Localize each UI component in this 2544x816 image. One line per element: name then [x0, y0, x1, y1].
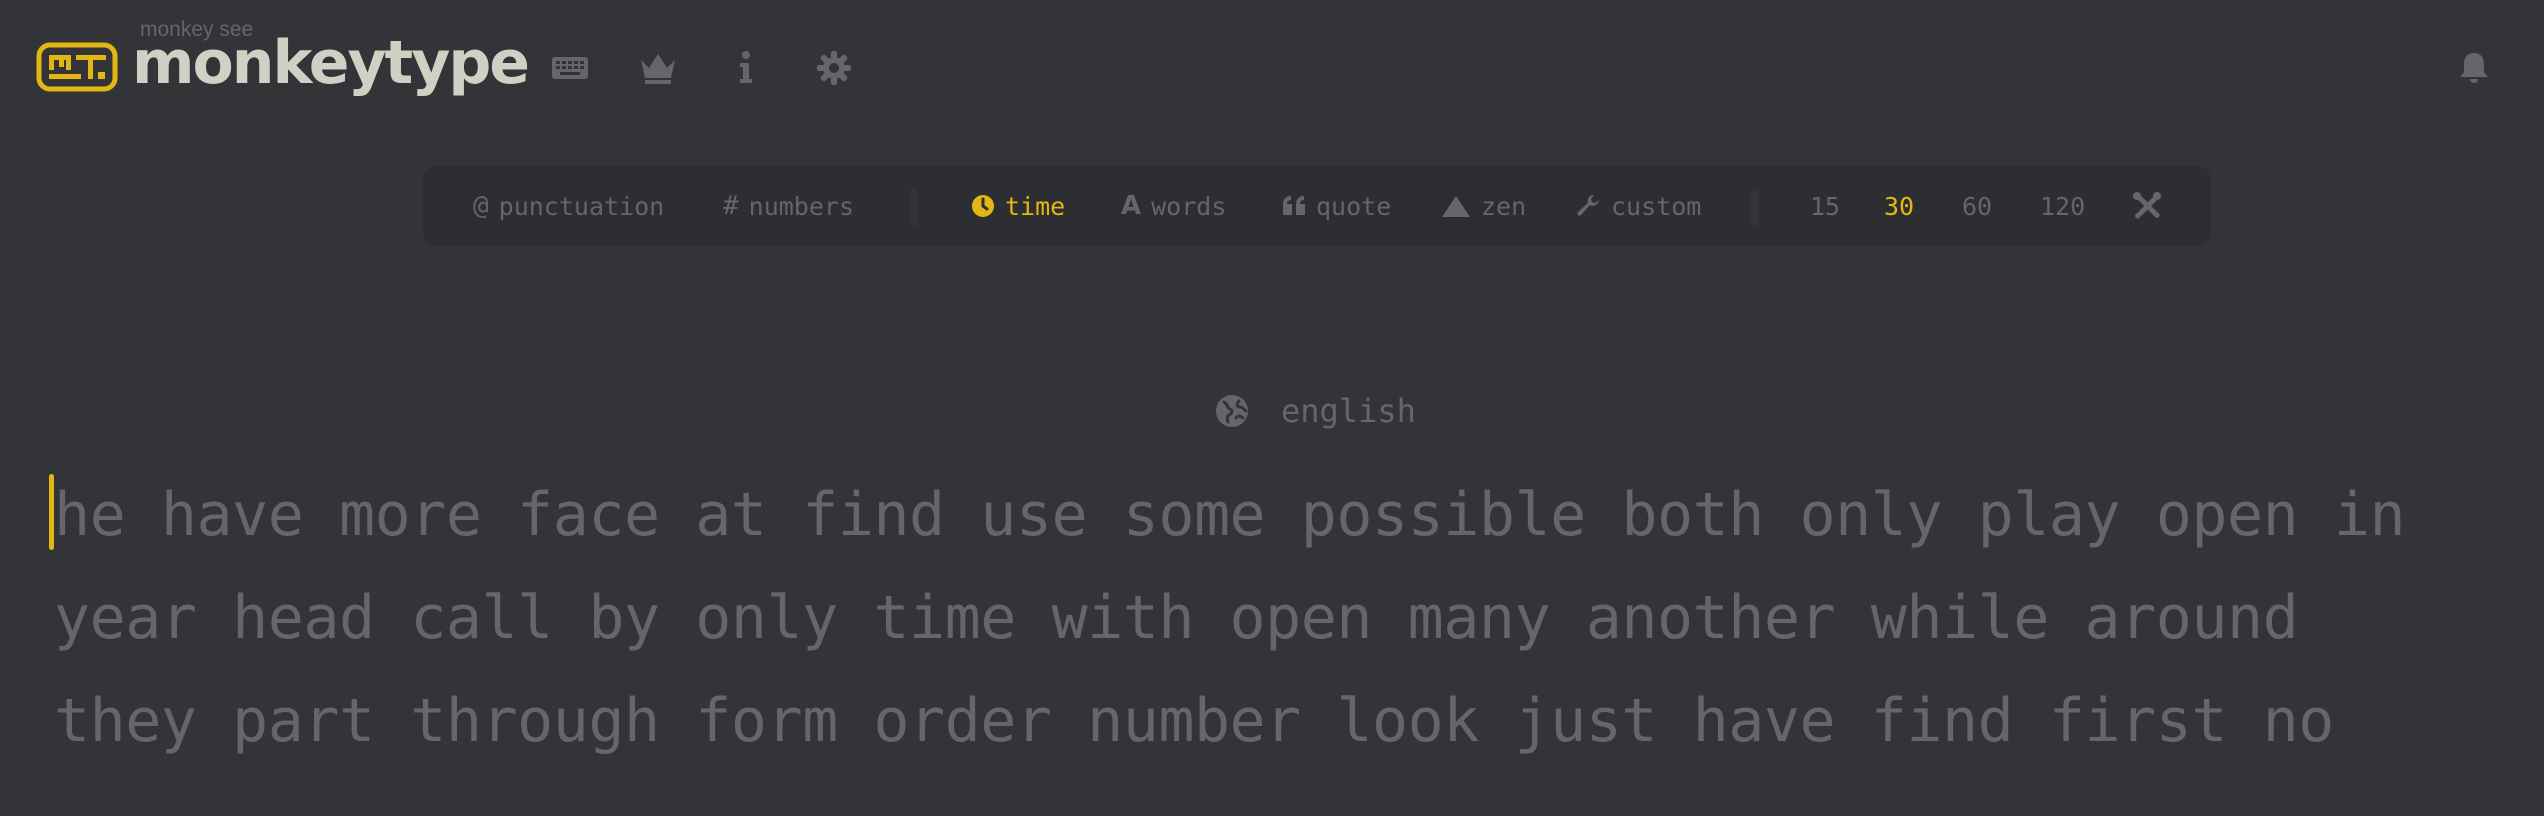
numbers-label: numbers: [748, 191, 855, 221]
punctuation-toggle[interactable]: @ punctuation: [473, 166, 664, 246]
mode-time-button[interactable]: time: [971, 166, 1065, 246]
time-option-120[interactable]: 120: [2040, 166, 2085, 246]
mode-zen-button[interactable]: zen: [1441, 166, 1526, 246]
words-line: they part through form order number look…: [54, 686, 2334, 756]
custom-time-button[interactable]: [2133, 166, 2171, 246]
time-option-30[interactable]: 30: [1884, 166, 1914, 246]
globe-icon: [1216, 395, 1248, 427]
mode-custom-button[interactable]: custom: [1577, 166, 1701, 246]
wrench-icon: [1577, 194, 1599, 216]
crown-icon[interactable]: [636, 46, 680, 90]
language-label: english: [1281, 392, 1416, 430]
letter-a-icon: A: [1121, 191, 1142, 221]
clock-icon: [972, 195, 994, 217]
numbers-toggle[interactable]: # numbers: [723, 166, 854, 246]
mode-words-button[interactable]: A words: [1121, 166, 1226, 246]
quote-label: quote: [1316, 191, 1392, 221]
zen-label: zen: [1481, 191, 1527, 221]
time-option-15[interactable]: 15: [1810, 166, 1840, 246]
quote-icon: [1283, 196, 1305, 215]
punctuation-label: punctuation: [498, 191, 665, 221]
info-icon[interactable]: [724, 46, 768, 90]
tools-icon: [2133, 192, 2161, 219]
keyboard-icon[interactable]: [548, 46, 592, 90]
mountain-icon: [1442, 196, 1470, 217]
words-label: words: [1151, 191, 1227, 221]
language-selector[interactable]: english: [1215, 386, 1416, 436]
hash-icon: #: [723, 191, 739, 221]
settings-icon[interactable]: [812, 46, 856, 90]
time-option-60[interactable]: 60: [1962, 166, 1992, 246]
config-divider: [910, 188, 918, 226]
at-sign-icon: @: [473, 191, 489, 221]
config-divider: [1751, 188, 1759, 226]
time-label: time: [1005, 191, 1066, 221]
words-line: year head call by only time with open ma…: [54, 583, 2299, 653]
test-config-bar: @ punctuation # numbers time A words quo…: [423, 166, 2211, 246]
words-line: he have more face at find use some possi…: [54, 480, 2406, 550]
bell-icon[interactable]: [2452, 46, 2496, 90]
custom-label: custom: [1611, 191, 1702, 221]
top-navigation: monkey see monkeytype: [0, 0, 2544, 140]
logo-title[interactable]: monkeytype: [132, 22, 530, 104]
mode-quote-button[interactable]: quote: [1282, 166, 1391, 246]
monkeytype-logo-icon[interactable]: [36, 42, 118, 92]
words-area[interactable]: he have more face at find use some possi…: [54, 464, 2534, 773]
